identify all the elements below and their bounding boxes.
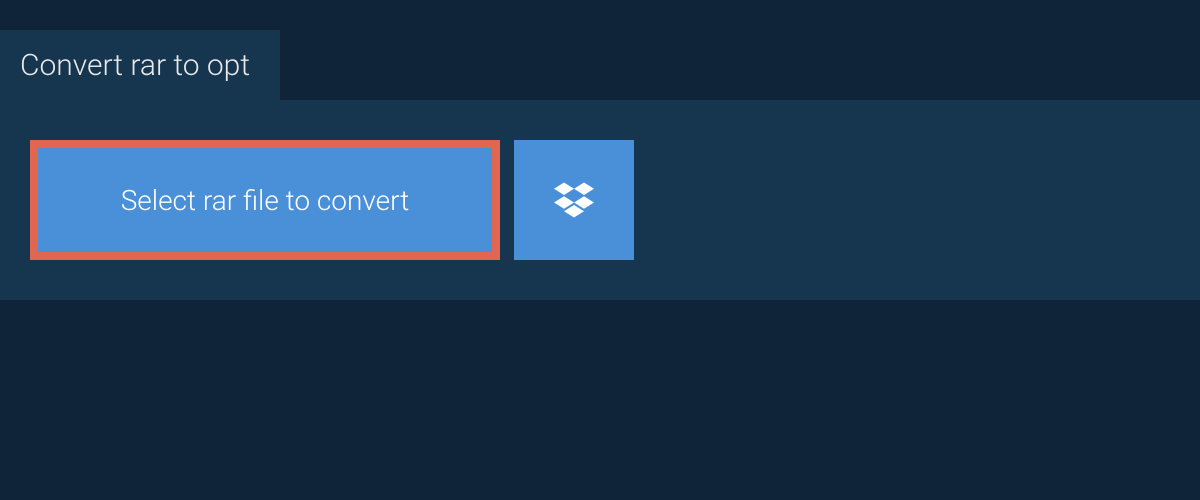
tab-header: Convert rar to opt: [0, 30, 280, 101]
select-file-label: Select rar file to convert: [121, 184, 410, 217]
dropbox-button[interactable]: [514, 140, 634, 260]
select-file-button[interactable]: Select rar file to convert: [30, 140, 500, 260]
action-panel: Select rar file to convert: [0, 100, 1200, 300]
dropbox-icon: [552, 178, 596, 222]
tab-title[interactable]: Convert rar to opt: [0, 30, 280, 101]
